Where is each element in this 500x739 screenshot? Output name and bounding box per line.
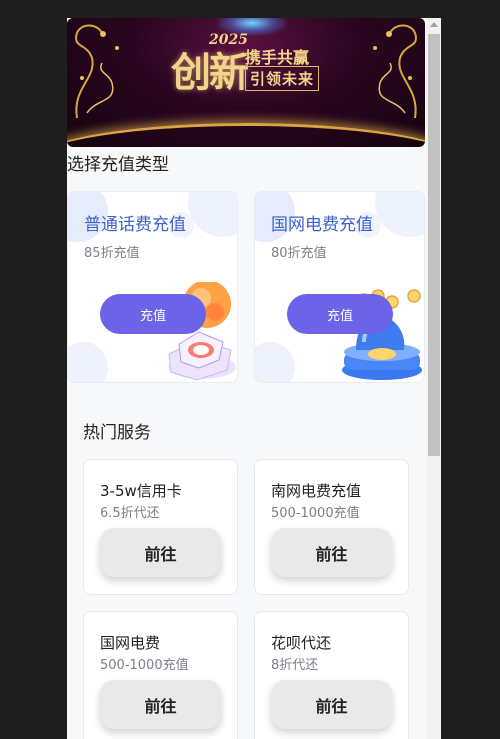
banner-slogan-top: 携手共赢: [245, 48, 310, 67]
gold-swirl-right-icon: [373, 24, 417, 119]
gold-swirl-left-icon: [75, 24, 119, 119]
service-name: 花呗代还: [271, 634, 332, 652]
recharge-card-electric[interactable]: 国网电费充值 80折充值 充值: [254, 191, 425, 383]
go-button[interactable]: 前往: [271, 680, 392, 729]
service-card-credit-card[interactable]: 3-5w信用卡 6.5折代还 前往: [83, 459, 238, 595]
banner-title: 创新: [171, 49, 249, 96]
recharge-card-title: 普通话费充值: [84, 215, 186, 235]
recharge-button[interactable]: 充值: [100, 294, 206, 334]
vertical-scrollbar[interactable]: [427, 18, 441, 739]
go-button[interactable]: 前往: [100, 528, 221, 577]
service-desc: 500-1000充值: [100, 658, 189, 673]
recharge-card-desc: 80折充值: [271, 246, 327, 261]
service-name: 3-5w信用卡: [100, 482, 182, 500]
scroll-up-arrow-icon[interactable]: [430, 22, 438, 27]
service-desc: 6.5折代还: [100, 506, 160, 521]
service-name: 南网电费充值: [271, 482, 362, 500]
service-desc: 500-1000充值: [271, 506, 360, 521]
recharge-section-title: 选择充值类型: [67, 155, 169, 175]
service-card-south-grid[interactable]: 南网电费充值 500-1000充值 前往: [254, 459, 409, 595]
recharge-card-desc: 85折充值: [84, 246, 140, 261]
promo-banner[interactable]: 2025 创新 携手共赢 引领未来: [67, 18, 425, 147]
service-desc: 8折代还: [271, 658, 319, 673]
service-card-huabei[interactable]: 花呗代还 8折代还 前往: [254, 611, 409, 739]
service-name: 国网电费: [100, 634, 161, 652]
go-button[interactable]: 前往: [271, 528, 392, 577]
service-card-state-grid[interactable]: 国网电费 500-1000充值 前往: [83, 611, 238, 739]
page-content: 2025 创新 携手共赢 引领未来 选择充值类型 普通话费充值 85折充值 充值…: [67, 18, 427, 739]
hot-services-title: 热门服务: [83, 423, 151, 443]
banner-slogan-bottom: 引领未来: [245, 66, 320, 91]
recharge-card-title: 国网电费充值: [271, 215, 373, 235]
recharge-button[interactable]: 充值: [287, 294, 393, 334]
go-button[interactable]: 前往: [100, 680, 221, 729]
recharge-card-phone[interactable]: 普通话费充值 85折充值 充值: [67, 191, 238, 383]
scrollbar-thumb[interactable]: [428, 34, 440, 456]
